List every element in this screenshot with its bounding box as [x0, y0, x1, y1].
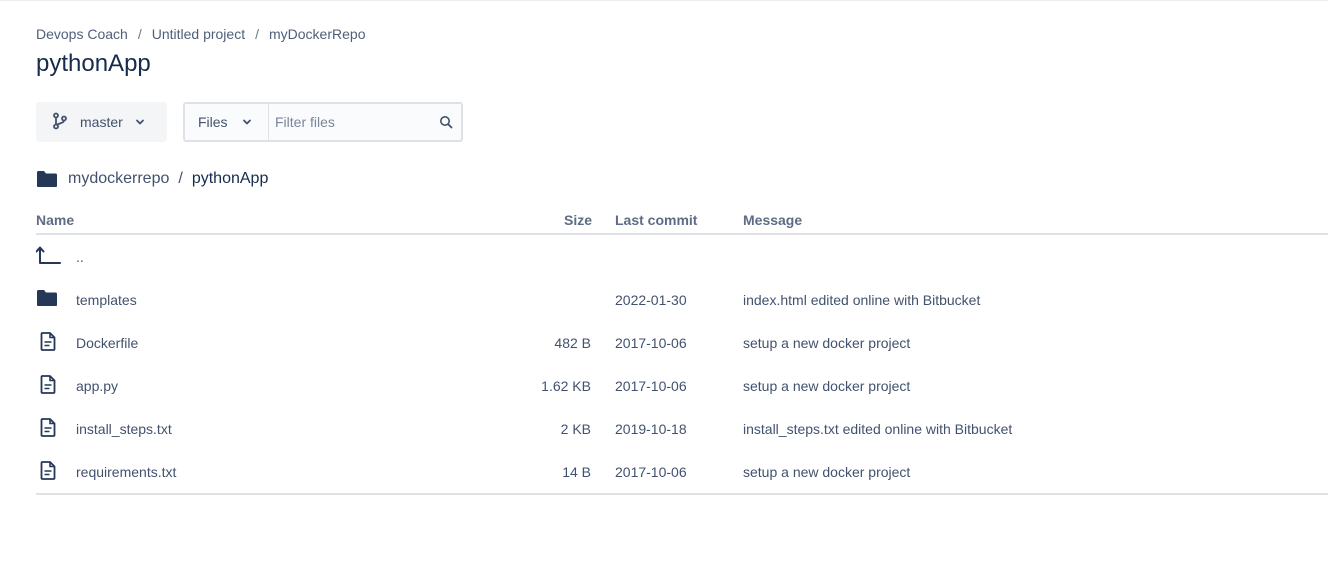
- parent-directory-icon: [36, 245, 62, 265]
- branch-selector-button[interactable]: master: [36, 102, 167, 142]
- branch-icon: [52, 112, 68, 133]
- file-size: 482 B: [554, 335, 591, 351]
- file-size: 14 B: [562, 464, 591, 480]
- file-name-link[interactable]: requirements.txt: [76, 464, 176, 480]
- breadcrumb-workspace[interactable]: Devops Coach: [36, 26, 128, 42]
- last-commit-date: 2017-10-06: [615, 378, 687, 394]
- table-row[interactable]: install_steps.txt 2 KB 2019-10-18 instal…: [36, 407, 1328, 450]
- filter-type-select[interactable]: Files: [185, 104, 269, 140]
- parent-directory-link[interactable]: ..: [76, 249, 84, 265]
- last-commit-date: 2017-10-06: [615, 464, 687, 480]
- table-row[interactable]: Dockerfile 482 B 2017-10-06 setup a new …: [36, 321, 1328, 364]
- path-current: pythonApp: [191, 170, 269, 187]
- breadcrumb-repository[interactable]: myDockerRepo: [269, 26, 365, 42]
- filter-files-input[interactable]: [275, 104, 435, 140]
- breadcrumb-separator: /: [137, 26, 142, 42]
- directory-path: mydockerrepo / pythonApp: [36, 170, 268, 188]
- commit-message: setup a new docker project: [743, 464, 911, 480]
- path-repo-link[interactable]: mydockerrepo: [68, 170, 169, 188]
- filter-type-label: Files: [198, 114, 228, 130]
- file-icon: [40, 461, 56, 480]
- column-header-name[interactable]: Name: [36, 212, 74, 228]
- chevron-down-icon: [242, 117, 252, 127]
- column-header-size[interactable]: Size: [564, 212, 592, 228]
- file-name-link[interactable]: app.py: [76, 378, 118, 394]
- breadcrumb-project[interactable]: Untitled project: [152, 26, 245, 42]
- branch-label: master: [80, 114, 123, 130]
- file-filter: Files: [183, 102, 463, 142]
- last-commit-date: 2022-01-30: [615, 292, 687, 308]
- table-row-parent[interactable]: ..: [36, 235, 1328, 278]
- file-name-link[interactable]: templates: [76, 292, 137, 308]
- last-commit-date: 2017-10-06: [615, 335, 687, 351]
- commit-message: index.html edited online with Bitbucket: [743, 292, 981, 308]
- page-title: pythonApp: [36, 50, 151, 77]
- table-row[interactable]: templates 2022-01-30 index.html edited o…: [36, 278, 1328, 321]
- folder-icon: [36, 170, 58, 188]
- commit-message: setup a new docker project: [743, 335, 911, 351]
- file-size: 1.62 KB: [541, 378, 591, 394]
- column-header-last-commit[interactable]: Last commit: [615, 212, 697, 228]
- file-icon: [40, 332, 56, 351]
- file-icon: [40, 418, 56, 437]
- search-icon[interactable]: [439, 115, 453, 129]
- table-row[interactable]: app.py 1.62 KB 2017-10-06 setup a new do…: [36, 364, 1328, 407]
- file-table: Name Size Last commit Message .. templat…: [36, 205, 1328, 495]
- table-row[interactable]: requirements.txt 14 B 2017-10-06 setup a…: [36, 450, 1328, 493]
- table-bottom-border: [36, 493, 1328, 495]
- folder-icon: [36, 289, 58, 307]
- breadcrumb: Devops Coach / Untitled project / myDock…: [36, 26, 365, 42]
- chevron-down-icon: [135, 117, 145, 127]
- file-size: 2 KB: [560, 421, 591, 437]
- commit-message: setup a new docker project: [743, 378, 911, 394]
- last-commit-date: 2019-10-18: [615, 421, 687, 437]
- file-name-link[interactable]: Dockerfile: [76, 335, 138, 351]
- breadcrumb-separator: /: [255, 26, 259, 42]
- top-border: [0, 0, 1328, 1]
- table-header: Name Size Last commit Message: [36, 205, 1328, 235]
- path-separator: /: [178, 170, 183, 187]
- column-header-message[interactable]: Message: [743, 212, 802, 228]
- commit-message: install_steps.txt edited online with Bit…: [743, 421, 1013, 437]
- file-icon: [40, 375, 56, 394]
- file-name-link[interactable]: install_steps.txt: [76, 421, 172, 437]
